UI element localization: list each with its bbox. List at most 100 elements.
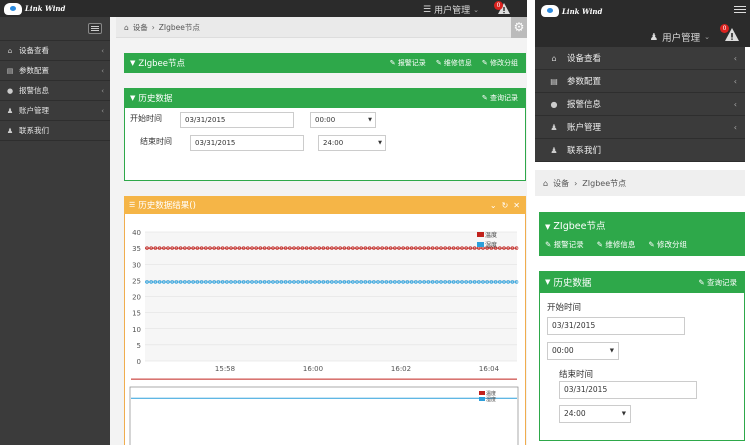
alert-button[interactable]: 0 xyxy=(494,1,511,15)
chevron-left-icon: ‹ xyxy=(101,86,104,95)
result-panel-title: 历史数据结果() xyxy=(138,201,196,211)
home-icon: ⌂ xyxy=(543,178,549,188)
breadcrumb: ⌂ 设备 › ZIgbee节点 xyxy=(116,17,527,38)
close-icon[interactable]: ✕ xyxy=(513,201,520,210)
link-label: 修改分组 xyxy=(490,59,518,67)
info-icon: ● xyxy=(6,86,14,95)
end-time-label: 结束时间 xyxy=(140,137,172,146)
mobile-history-panel: ▼ 历史数据 ✎ 查询记录 开始时间 03/31/2015 00:00 结束时间… xyxy=(539,271,745,441)
sidebar-item-params[interactable]: ▤ 参数配置 ‹ xyxy=(535,70,745,93)
sidebar-item-label: 设备查看 xyxy=(19,46,49,55)
user-icon: ♟ xyxy=(550,122,558,132)
mobile-breadcrumb: ⌂ 设备 › ZIgbee节点 xyxy=(535,170,745,196)
x-tick-label: 16:02 xyxy=(391,365,411,373)
sidebar-item-alarms[interactable]: ● 报警信息 ‹ xyxy=(535,93,745,116)
link-label: 查询记录 xyxy=(707,277,737,287)
result-panel: ☰ 历史数据结果() ⌄ ↻ ✕ 0 5 10 15 20 25 30 35 40 15:58 16… xyxy=(124,196,526,445)
link-label: 报警记录 xyxy=(397,59,426,67)
alarm-records-link[interactable]: ✎ 报警记录 xyxy=(545,239,584,250)
refresh-icon[interactable]: ↻ xyxy=(502,201,509,210)
chevron-circle-icon: ▼ xyxy=(545,223,551,231)
node-panel-title: ZIgbee节点 xyxy=(138,59,185,69)
history-panel-title: 历史数据 xyxy=(553,278,592,289)
settings-gear-icon[interactable]: ⚙ xyxy=(511,17,527,38)
edit-group-link[interactable]: ✎ 修改分组 xyxy=(648,239,687,250)
chevron-left-icon: ‹ xyxy=(733,53,737,63)
home-icon: ⌂ xyxy=(551,53,557,63)
navigator-legend-label: 温度 xyxy=(486,390,496,397)
start-date-input[interactable]: 03/31/2015 xyxy=(180,112,294,128)
chevron-circle-icon: ▼ xyxy=(130,94,136,102)
logo[interactable]: Link Wind xyxy=(4,2,65,15)
sidebar-item-params[interactable]: ▤ 参数配置 ‹ xyxy=(0,61,110,81)
link-label: 修改分组 xyxy=(657,240,688,249)
y-tick-label: 0 xyxy=(137,358,141,366)
node-panel-header: ▼ ZIgbee节点 ✎ 报警记录 ✎ 维修信息 ✎ 修改分组 xyxy=(124,53,526,73)
collapse-icon[interactable]: ⌄ xyxy=(490,201,497,210)
sidebar-item-contact[interactable]: ♟ 联系我们 xyxy=(0,121,110,141)
legend-label: 温度 xyxy=(485,231,497,239)
sidebar-item-alarms[interactable]: ● 报警信息 ‹ xyxy=(0,81,110,101)
sidebar-item-contact[interactable]: ♟ 联系我们 xyxy=(535,139,745,162)
y-tick-label: 5 xyxy=(137,342,141,350)
hamburger-icon[interactable] xyxy=(734,6,746,15)
chevron-circle-icon: ▼ xyxy=(130,59,136,67)
user-icon: ♟ xyxy=(649,31,659,43)
end-time-select[interactable]: 24:00 xyxy=(318,135,386,151)
link-label: 维修信息 xyxy=(605,240,636,249)
mobile-top-navbar: Link Wind ♟ 用户管理 ⌄ 0 xyxy=(535,0,750,47)
query-records-link[interactable]: ✎ 查询记录 xyxy=(482,93,518,103)
chevron-down-icon: ⌄ xyxy=(704,33,710,41)
hamburger-icon[interactable] xyxy=(88,23,102,34)
edit-group-link[interactable]: ✎ 修改分组 xyxy=(482,58,518,68)
alert-badge: 0 xyxy=(720,24,729,33)
repair-info-link[interactable]: ✎ 维修信息 xyxy=(597,239,636,250)
user-icon: ♟ xyxy=(550,145,558,155)
user-menu[interactable]: ☰ 用户管理 ⌄ xyxy=(423,3,479,17)
sidebar-item-accounts[interactable]: ♟ 账户管理 ‹ xyxy=(535,116,745,139)
end-date-input[interactable]: 03/31/2015 xyxy=(190,135,304,151)
start-date-input[interactable]: 03/31/2015 xyxy=(547,317,685,335)
breadcrumb-home[interactable]: 设备 xyxy=(553,178,569,189)
sidebar-item-label: 参数配置 xyxy=(567,77,602,87)
x-tick-label: 16:00 xyxy=(303,365,323,373)
main-content: ⌂ 设备 › ZIgbee节点 ⚙ ▼ ZIgbee节点 ✎ 报警记录 ✎ 维修… xyxy=(116,17,527,445)
node-panel: ▼ ZIgbee节点 ✎ 报警记录 ✎ 维修信息 ✎ 修改分组 xyxy=(124,53,526,73)
mobile-alert-button[interactable]: 0 xyxy=(720,24,740,42)
sidebar-item-devices[interactable]: ⌂ 设备查看 ‹ xyxy=(0,41,110,61)
start-time-label: 开始时间 xyxy=(130,114,162,123)
query-records-link[interactable]: ✎ 查询记录 xyxy=(698,277,737,288)
mobile-node-panel: ▼ ZIgbee节点 ✎ 报警记录 ✎ 维修信息 ✎ 修改分组 xyxy=(539,212,745,256)
sidebar-toggle xyxy=(0,17,110,41)
y-tick-label: 15 xyxy=(132,310,141,318)
navigator-legend-swatch xyxy=(479,391,485,395)
end-date-input[interactable]: 03/31/2015 xyxy=(559,381,697,399)
sidebar-item-devices[interactable]: ⌂ 设备查看 ‹ xyxy=(535,47,745,70)
sidebar-item-accounts[interactable]: ♟ 账户管理 ‹ xyxy=(0,101,110,121)
breadcrumb-separator: › xyxy=(574,178,578,188)
start-time-select[interactable]: 00:00 xyxy=(547,342,619,360)
mobile-logo[interactable]: Link Wind xyxy=(541,5,602,17)
start-time-select[interactable]: 00:00 xyxy=(310,112,376,128)
repair-info-link[interactable]: ✎ 维修信息 xyxy=(436,58,472,68)
chevron-left-icon: ‹ xyxy=(733,76,737,86)
navigator-legend-swatch xyxy=(479,397,485,401)
user-icon: ♟ xyxy=(6,106,14,115)
sidebar-item-label: 联系我们 xyxy=(567,146,602,156)
link-label: 报警记录 xyxy=(553,240,584,249)
legend-label: 湿度 xyxy=(485,241,497,249)
history-panel-header: ▼ 历史数据 ✎ 查询记录 xyxy=(124,88,526,108)
breadcrumb-home[interactable]: 设备 xyxy=(133,22,148,33)
desktop-view: Link Wind ☰ 用户管理 ⌄ 0 ⌂ 设备查看 ‹ ▤ 参数配置 ‹ ● 报警信息… xyxy=(0,0,527,445)
alarm-records-link[interactable]: ✎ 报警记录 xyxy=(390,58,426,68)
y-tick-label: 25 xyxy=(132,277,141,285)
user-menu-label: 用户管理 xyxy=(434,6,471,16)
logo-text: Link Wind xyxy=(562,6,603,16)
end-time-select[interactable]: 24:00 xyxy=(559,405,631,423)
mobile-nav: ⌂ 设备查看 ‹ ▤ 参数配置 ‹ ● 报警信息 ‹ ♟ 账户管理 ‹ ♟ 联系我们 xyxy=(535,47,745,162)
x-tick-label: 16:04 xyxy=(479,365,500,373)
sidebar-item-label: 设备查看 xyxy=(567,54,602,64)
logo-text: Link Wind xyxy=(25,4,66,13)
mobile-user-menu[interactable]: ♟ 用户管理 ⌄ xyxy=(649,30,710,45)
end-time-label: 结束时间 xyxy=(559,370,594,380)
